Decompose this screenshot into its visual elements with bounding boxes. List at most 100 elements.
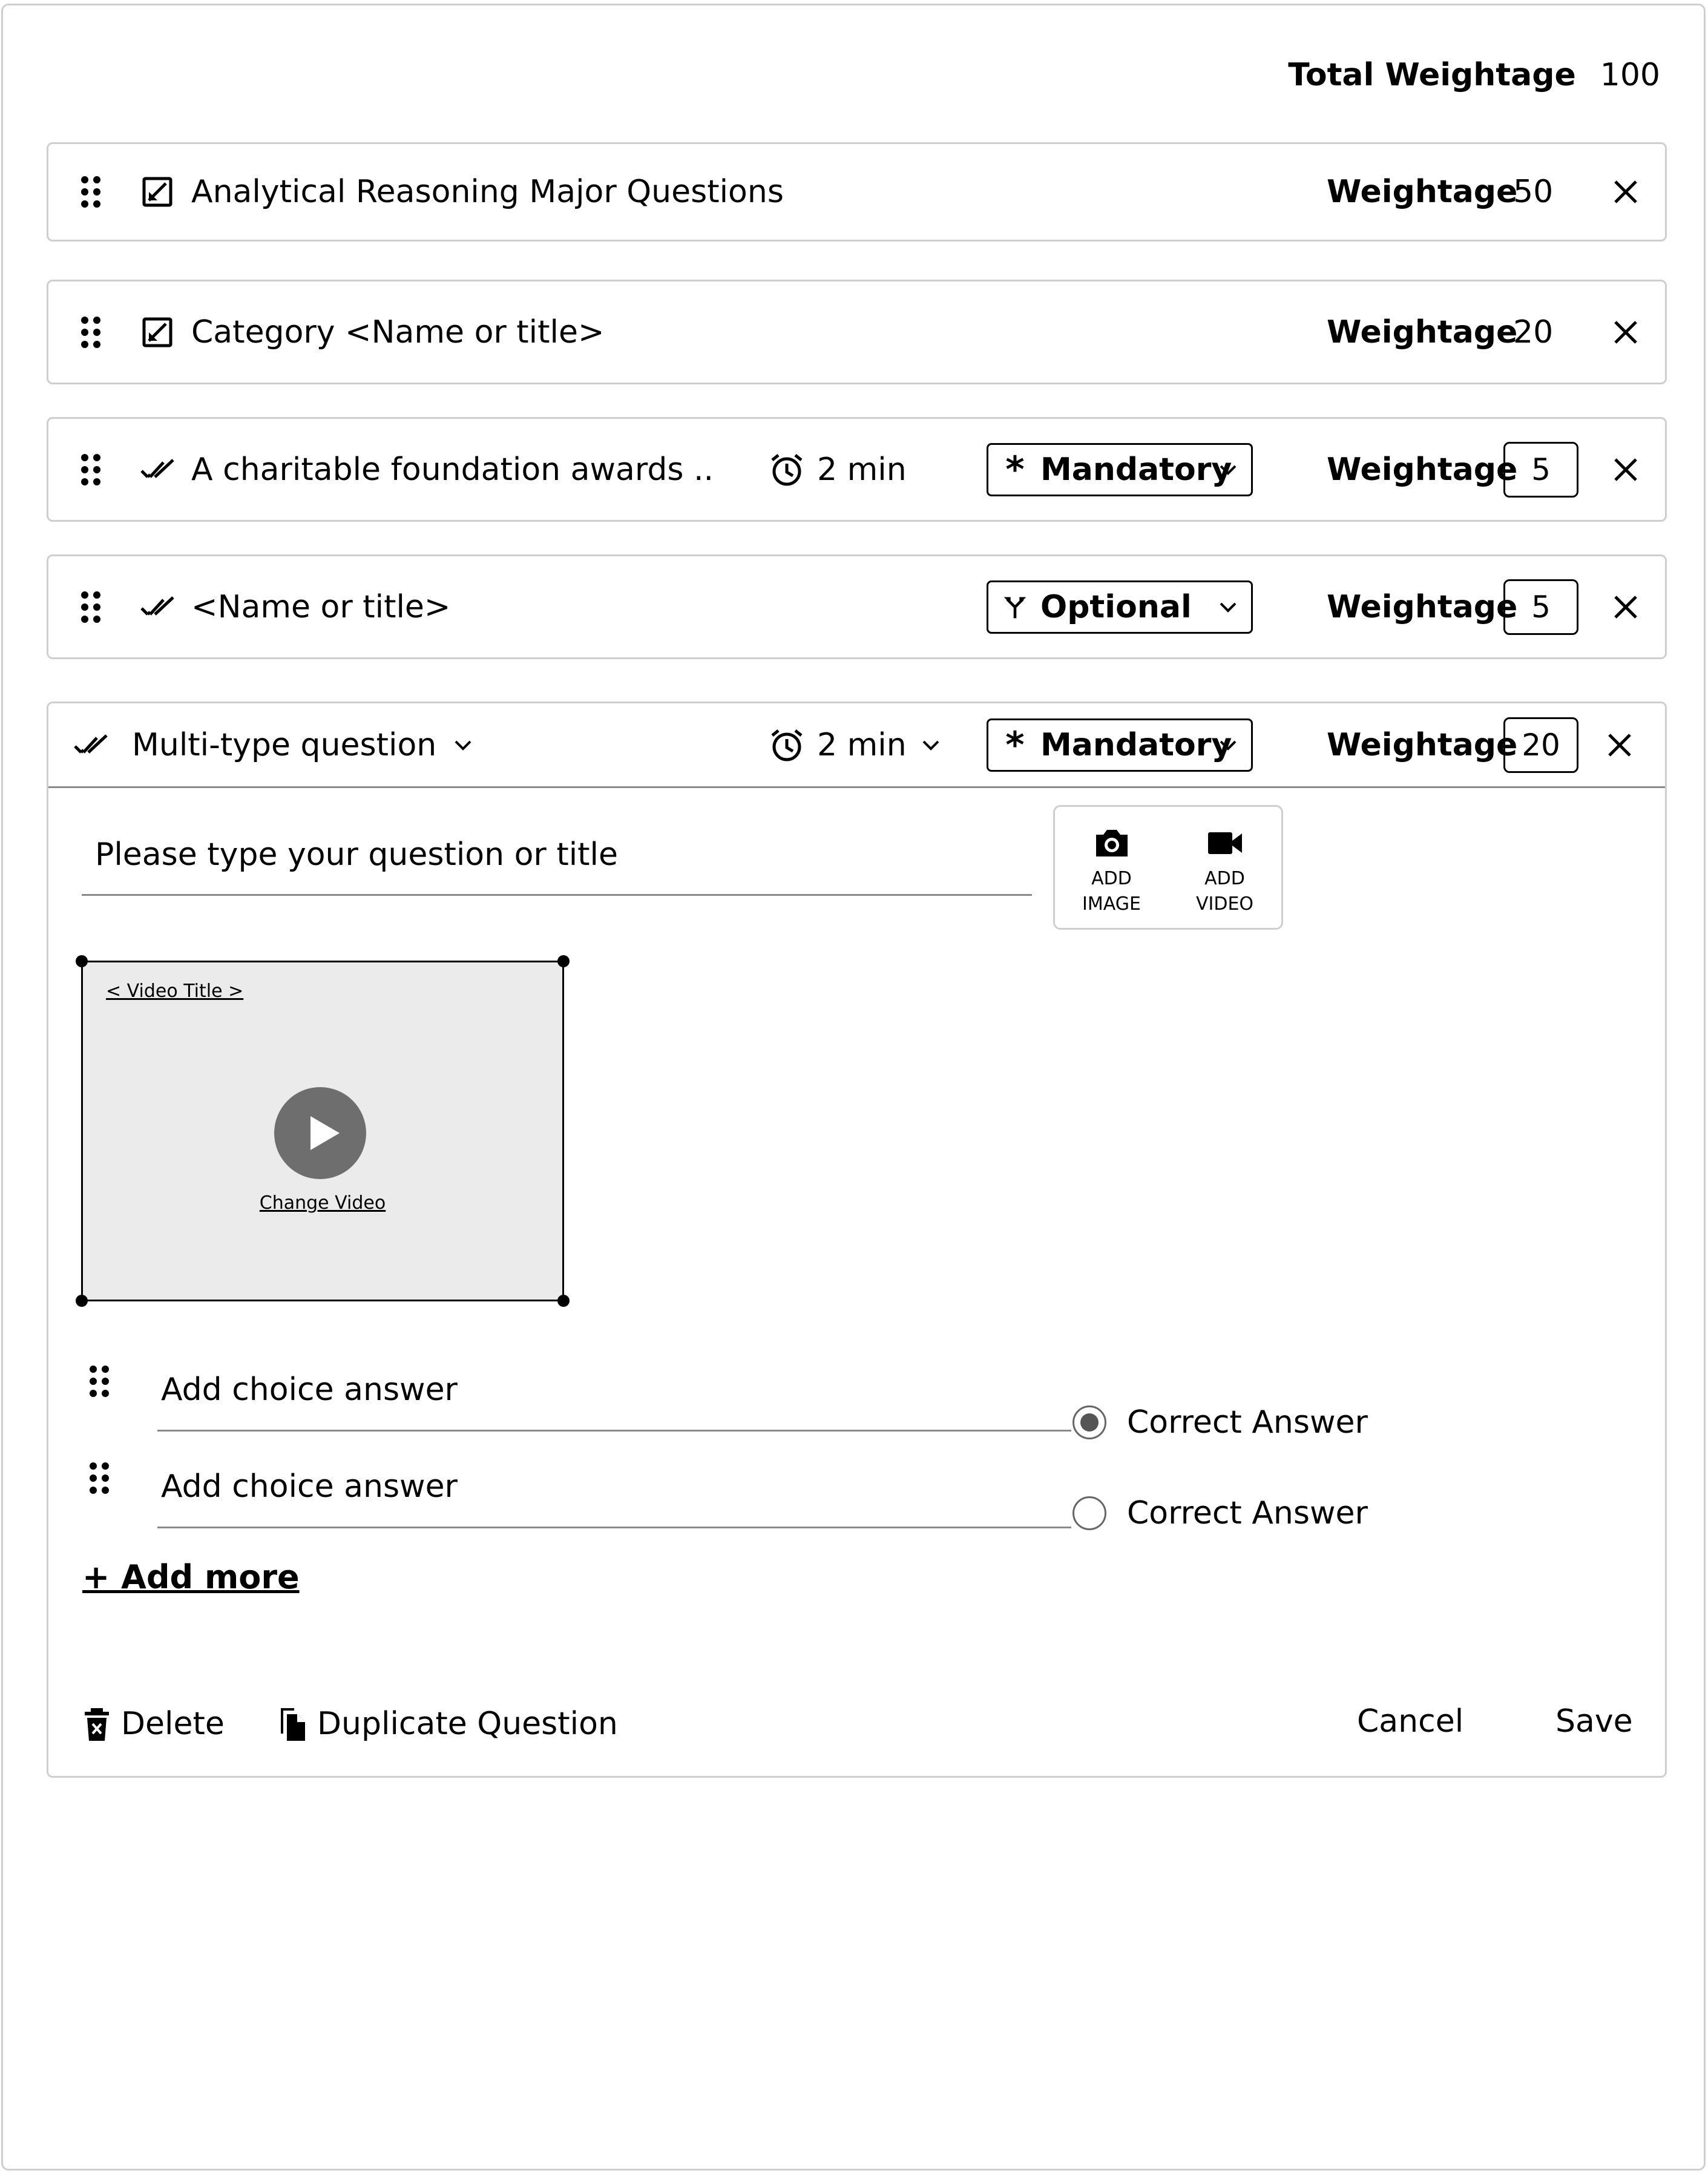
chevron-down-icon: [455, 740, 471, 751]
question-row[interactable]: <Name or title> Optional Weightage 5: [47, 554, 1667, 659]
question-editor: Multi-type question 2 min * Mandatory We…: [47, 702, 1667, 1778]
duplicate-label: Duplicate Question: [317, 1706, 618, 1742]
resize-handle[interactable]: [557, 1295, 570, 1307]
input-underline: [157, 1430, 1071, 1432]
time-limit[interactable]: 2 min: [769, 452, 907, 488]
video-title-link[interactable]: < Video Title >: [106, 981, 243, 1002]
drag-handle-icon[interactable]: [86, 1363, 116, 1399]
drag-handle-icon[interactable]: [86, 1460, 116, 1496]
chevron-down-icon: [1220, 602, 1237, 613]
row-title: <Name or title>: [191, 588, 451, 625]
add-more-link[interactable]: + Add more: [82, 1558, 300, 1596]
close-icon[interactable]: [1605, 730, 1635, 760]
drag-handle-icon[interactable]: [77, 314, 108, 350]
drag-handle-icon[interactable]: [77, 589, 108, 625]
double-check-icon: [140, 458, 174, 478]
weightage-input[interactable]: 5: [1503, 579, 1578, 635]
weightage-label: Weightage: [1327, 314, 1518, 350]
question-builder-panel: Total Weightage 100 Analytical Reasoning…: [1, 4, 1706, 2171]
add-image-label: ADD IMAGE: [1082, 868, 1141, 915]
total-weightage: Total Weightage 100: [1288, 54, 1660, 96]
double-check-icon: [140, 596, 174, 616]
drag-handle-icon[interactable]: [77, 452, 108, 488]
weightage-value: 50: [1513, 174, 1554, 210]
correct-answer-label: Correct Answer: [1127, 1495, 1368, 1531]
weightage-label: Weightage: [1327, 726, 1518, 763]
weightage-input[interactable]: 5: [1503, 441, 1578, 498]
row-title: Analytical Reasoning Major Questions: [191, 174, 784, 210]
double-check-icon: [74, 734, 108, 754]
radio-unselected[interactable]: [1072, 1496, 1106, 1530]
total-weightage-value: 100: [1600, 57, 1660, 93]
camera-icon: [1095, 830, 1128, 856]
row-title: Category <Name or title>: [191, 314, 605, 350]
question-type-dropdown[interactable]: Multi-type question: [132, 727, 475, 763]
weightage-label: Weightage: [1327, 588, 1518, 625]
choice-answer: Add choice answer: [86, 1363, 1079, 1436]
change-video-link[interactable]: Change Video: [83, 1192, 562, 1214]
save-button[interactable]: Save: [1555, 1703, 1633, 1740]
radio-dot: [1080, 1413, 1099, 1432]
requirement-value: Mandatory: [1040, 726, 1232, 763]
close-icon[interactable]: [1611, 455, 1641, 485]
chevron-down-icon: [922, 740, 939, 751]
drag-handle-icon[interactable]: [77, 174, 108, 210]
choice-answer-input[interactable]: Add choice answer: [161, 1468, 458, 1505]
duplicate-icon: [281, 1708, 305, 1741]
chevron-down-icon: [1220, 740, 1237, 751]
radio-selected[interactable]: [1072, 1405, 1106, 1439]
branch-icon: [1003, 597, 1026, 618]
category-row[interactable]: Analytical Reasoning Major Questions Wei…: [47, 142, 1667, 242]
question-type-value: Multi-type question: [132, 726, 437, 763]
video-camera-icon: [1207, 832, 1242, 854]
total-weightage-label: Total Weightage: [1288, 57, 1576, 93]
input-underline: [157, 1527, 1071, 1528]
requirement-dropdown[interactable]: * Mandatory: [987, 442, 1253, 496]
add-image-button[interactable]: ADD IMAGE: [1055, 807, 1168, 928]
requirement-dropdown[interactable]: Optional: [987, 580, 1253, 634]
correct-answer-radio[interactable]: Correct Answer: [1072, 1404, 1368, 1441]
category-icon: [142, 177, 172, 207]
time-value: 2 min: [817, 726, 907, 763]
requirement-value: Mandatory: [1040, 451, 1232, 488]
requirement-value: Optional: [1040, 588, 1192, 625]
category-row[interactable]: Category <Name or title> Weightage 20: [47, 280, 1667, 384]
cancel-button[interactable]: Cancel: [1357, 1703, 1463, 1740]
chevron-down-icon: [1220, 465, 1237, 475]
resize-handle[interactable]: [76, 955, 88, 967]
media-toolbar: ADD IMAGE ADD VIDEO: [1053, 805, 1283, 930]
delete-label: Delete: [121, 1706, 225, 1742]
weightage-value: 20: [1513, 314, 1554, 350]
row-title: A charitable foundation awards ..: [191, 451, 714, 488]
trash-icon: [85, 1708, 109, 1741]
duplicate-question-button[interactable]: Duplicate Question: [278, 1706, 618, 1742]
weightage-label: Weightage: [1327, 451, 1518, 488]
question-editor-header: Multi-type question 2 min * Mandatory We…: [48, 703, 1665, 788]
asterisk-icon: *: [1005, 448, 1025, 491]
add-video-label: ADD VIDEO: [1195, 868, 1254, 915]
time-limit-dropdown[interactable]: 2 min: [769, 727, 943, 763]
question-title-input[interactable]: Please type your question or title: [82, 817, 1032, 896]
weightage-label: Weightage: [1327, 174, 1518, 210]
correct-answer-radio[interactable]: Correct Answer: [1072, 1495, 1368, 1531]
weightage-input[interactable]: 20: [1503, 717, 1578, 773]
close-icon[interactable]: [1611, 317, 1641, 347]
resize-handle[interactable]: [557, 955, 570, 967]
time-value: 2 min: [817, 451, 907, 488]
resize-handle[interactable]: [76, 1295, 88, 1307]
branch-icon: [1000, 594, 1030, 620]
alarm-clock-icon: [771, 729, 803, 761]
video-preview[interactable]: < Video Title > Change Video: [76, 955, 570, 1307]
requirement-dropdown[interactable]: * Mandatory: [987, 718, 1253, 772]
choice-answer-input[interactable]: Add choice answer: [161, 1372, 458, 1408]
question-row[interactable]: A charitable foundation awards .. 2 min …: [47, 417, 1667, 522]
close-icon[interactable]: [1611, 592, 1641, 622]
delete-button[interactable]: Delete: [82, 1706, 225, 1742]
asterisk-icon: *: [1005, 723, 1025, 766]
close-icon[interactable]: [1611, 177, 1641, 207]
choice-answer: Add choice answer: [86, 1460, 1079, 1533]
alarm-clock-icon: [771, 453, 803, 485]
category-icon: [142, 317, 172, 347]
play-icon[interactable]: [274, 1087, 366, 1179]
add-video-button[interactable]: ADD VIDEO: [1168, 807, 1281, 928]
